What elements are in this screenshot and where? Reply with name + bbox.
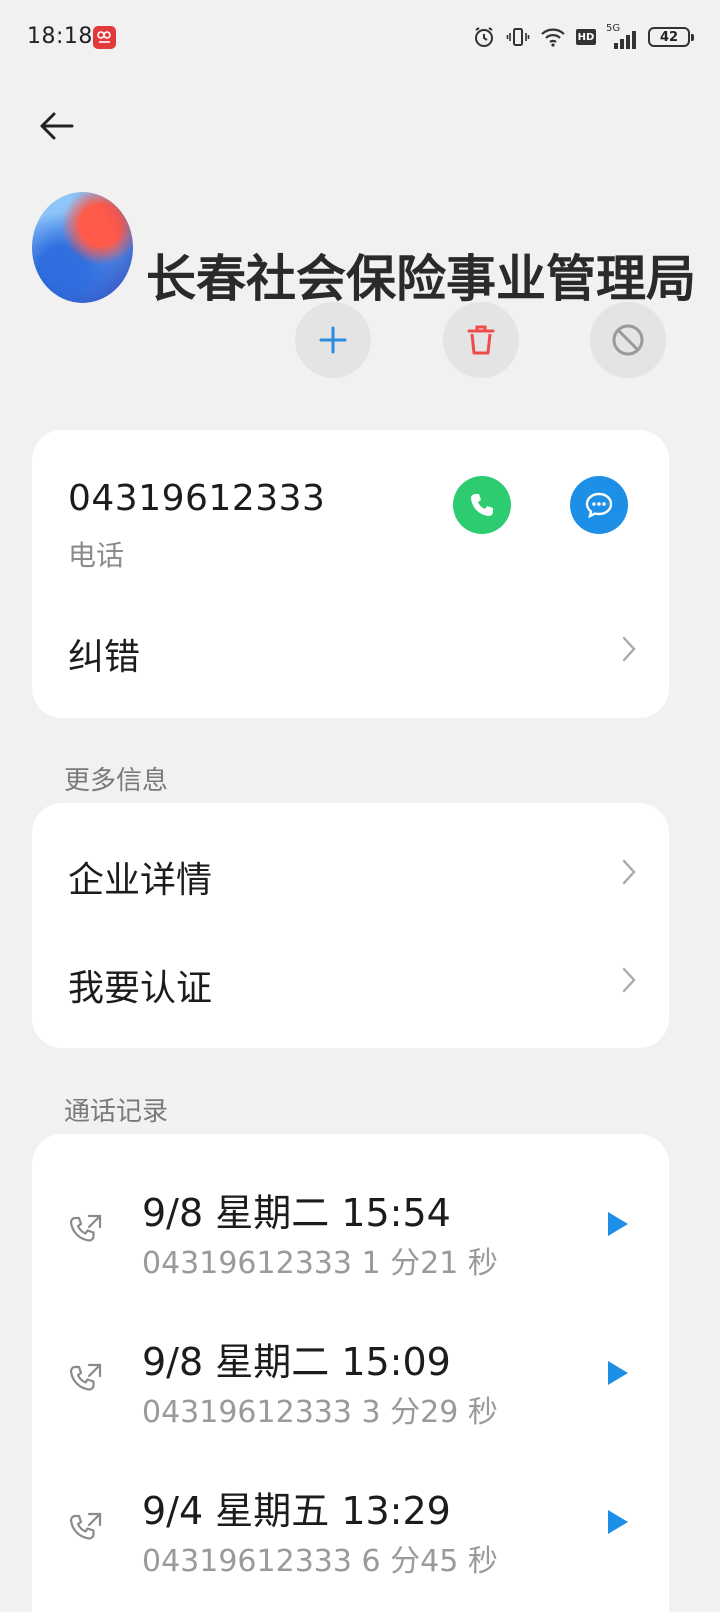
trash-icon: [467, 325, 495, 355]
contact-name: 长春社会保险事业管理局: [146, 250, 696, 308]
outgoing-call-icon: [69, 1214, 102, 1242]
outgoing-call-icon: [69, 1512, 102, 1540]
verify-row[interactable]: 我要认证: [32, 937, 669, 1027]
correct-row[interactable]: 纠错: [32, 610, 669, 690]
chevron-right-icon: [622, 967, 636, 993]
call-log-title: 通话记录: [64, 1097, 169, 1127]
status-time: 18:18: [27, 24, 93, 49]
call-date: 9/8 星期二 15:54: [142, 1191, 451, 1235]
call-date: 9/8 星期二 15:09: [142, 1340, 451, 1384]
call-button[interactable]: [453, 476, 511, 534]
play-icon[interactable]: [606, 1359, 630, 1387]
plus-icon: [319, 326, 347, 354]
chevron-right-icon: [622, 636, 636, 662]
app-notification-icon: [93, 26, 116, 49]
more-info-title: 更多信息: [64, 766, 169, 796]
call-detail: 04319612333 3 分29 秒: [142, 1395, 498, 1430]
call-detail: 04319612333 1 分21 秒: [142, 1246, 498, 1281]
block-button[interactable]: [590, 302, 666, 378]
outgoing-call-icon: [69, 1363, 102, 1391]
block-icon: [612, 324, 644, 356]
wifi-icon: [541, 28, 565, 47]
phone-card: 04319612333 电话 纠错: [32, 430, 669, 718]
message-button[interactable]: [570, 476, 628, 534]
alarm-icon: [475, 27, 493, 47]
chevron-right-icon: [622, 859, 636, 885]
back-arrow-icon: [40, 112, 74, 140]
play-icon[interactable]: [606, 1210, 630, 1238]
company-details-label: 企业详情: [68, 860, 213, 901]
correct-label: 纠错: [68, 637, 141, 678]
signal-indicator: 5G: [606, 23, 638, 49]
call-log-card: 9/8 星期二 15:54 04319612333 1 分21 秒 9/8 星期…: [32, 1134, 669, 1612]
delete-button[interactable]: [443, 302, 519, 378]
status-icons: HD 5G 42: [472, 22, 694, 52]
back-button[interactable]: [34, 104, 78, 148]
signal-icon: [614, 31, 636, 49]
call-log-row[interactable]: 9/8 星期二 15:54 04319612333 1 分21 秒: [32, 1182, 669, 1312]
battery-level: 42: [659, 29, 679, 45]
more-info-card: 企业详情 我要认证: [32, 803, 669, 1048]
phone-icon: [471, 494, 493, 516]
call-date: 9/4 星期五 13:29: [142, 1489, 451, 1533]
message-icon: [585, 492, 613, 519]
status-bar: 18:18 HD 5G 42: [0, 0, 720, 74]
company-details-row[interactable]: 企业详情: [32, 831, 669, 921]
verify-label: 我要认证: [68, 968, 213, 1009]
add-contact-button[interactable]: [295, 302, 371, 378]
contact-avatar: [32, 192, 133, 303]
call-log-row[interactable]: 9/4 星期五 13:29 04319612333 6 分45 秒: [32, 1480, 669, 1610]
hd-icon: HD: [576, 29, 596, 45]
play-icon[interactable]: [606, 1508, 630, 1536]
contact-detail-screen: 18:18 HD 5G 42 长春社会保险事业管理局 04319612333 电…: [0, 0, 720, 1612]
battery-indicator: 42: [648, 27, 694, 47]
call-detail: 04319612333 6 分45 秒: [142, 1544, 498, 1579]
call-log-row[interactable]: 9/8 星期二 15:09 04319612333 3 分29 秒: [32, 1331, 669, 1461]
phone-number[interactable]: 04319612333: [68, 478, 325, 519]
phone-type-label: 电话: [68, 539, 125, 572]
vibrate-icon: [506, 28, 530, 46]
